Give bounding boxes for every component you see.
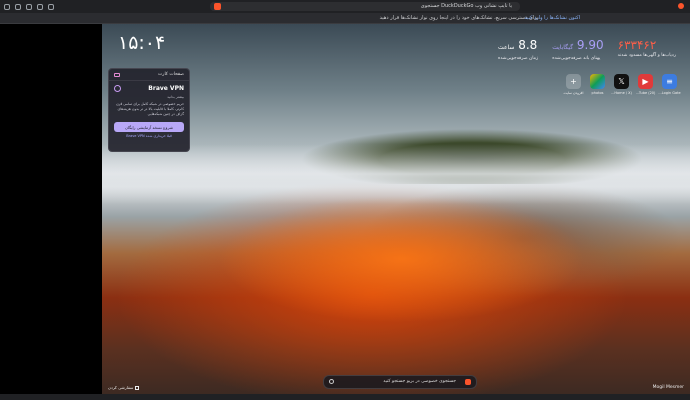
import-bookmarks-link[interactable]: اکنون نشانک‌ها را وارد کنید xyxy=(524,13,580,23)
photo-credit[interactable]: Mogil Mesmer xyxy=(653,385,684,390)
top-site-photos[interactable]: photos xyxy=(589,74,606,95)
add-site-button[interactable]: + افزودن سایت xyxy=(564,74,583,95)
vpn-subtitle[interactable]: بیشتر بدانید xyxy=(109,93,189,101)
browser-toolbar: جستجوی DuckDuckGo یا تایپ نشانی وب xyxy=(0,0,690,13)
vpn-description: حریم خصوصی در شبکه کامل برای تمامی قرن ک… xyxy=(115,102,184,116)
top-site-x[interactable]: 𝕏 (Home / X... xyxy=(611,74,632,95)
extension-icon[interactable] xyxy=(15,3,21,10)
x-icon: 𝕏 xyxy=(614,74,629,89)
new-tab-page: ۱۵:۰۴ ۶۳۳۴۶۲ ردیاب‌ها و آگهی‌ها مسدود شد… xyxy=(102,24,690,394)
privacy-stats: ۶۳۳۴۶۲ ردیاب‌ها و آگهی‌ها مسدود شدند 9.9… xyxy=(498,38,676,63)
photos-icon xyxy=(590,74,605,89)
taskbar-strip xyxy=(0,394,690,400)
youtube-icon: ▶ xyxy=(638,74,653,89)
customize-icon xyxy=(135,385,140,390)
stat-value: 8.8 ساعت xyxy=(498,38,538,52)
cards-icon[interactable] xyxy=(114,72,120,77)
background-mist xyxy=(102,144,690,204)
brave-logo-icon xyxy=(465,379,471,385)
top-site-youtube[interactable]: ▶ (Tube (20... xyxy=(636,74,655,95)
clock: ۱۵:۰۴ xyxy=(118,32,166,54)
stat-time: 8.8 ساعت زمان صرفه‌جویی‌شده xyxy=(498,38,538,63)
top-site-login-gate[interactable]: ≡ Login Gate... xyxy=(658,74,681,95)
customize-label: سفارشی کردن xyxy=(108,385,134,390)
top-sites: ≡ Login Gate... ▶ (Tube (20... 𝕏 (Home /… xyxy=(564,74,681,95)
doc-icon: ≡ xyxy=(662,74,677,89)
sidebar-icon[interactable] xyxy=(37,3,43,10)
vpn-logo-icon xyxy=(114,85,121,92)
brave-rewards-icon[interactable] xyxy=(678,3,684,9)
wallet-icon[interactable] xyxy=(26,3,32,10)
vpn-card: صفحات کارت Brave VPN بیشتر بدانید حریم خ… xyxy=(108,68,190,152)
address-placeholder: جستجوی DuckDuckGo یا تایپ نشانی وب xyxy=(420,3,512,9)
search-placeholder: جستجوی خصوصی در بریو جستجو کنید xyxy=(383,379,456,384)
stat-value: 9.90 گیگابایت xyxy=(552,38,604,52)
infobar-text: برای دسترسی سریع، نشانک‌های خود را در ای… xyxy=(379,15,540,21)
left-sidebar-panel xyxy=(0,24,102,394)
toolbar-icons xyxy=(0,3,54,10)
bookmark-icon[interactable] xyxy=(48,3,54,10)
stat-trackers: ۶۳۳۴۶۲ ردیاب‌ها و آگهی‌ها مسدود شدند xyxy=(618,38,676,63)
vpn-card-header: صفحات کارت xyxy=(109,69,189,81)
customize-button[interactable]: سفارشی کردن xyxy=(108,385,140,390)
search-box[interactable]: جستجوی خصوصی در بریو جستجو کنید xyxy=(323,375,477,389)
address-bar[interactable]: جستجوی DuckDuckGo یا تایپ نشانی وب xyxy=(210,2,520,11)
stat-label: ردیاب‌ها و آگهی‌ها مسدود شدند xyxy=(617,53,676,58)
brave-shield-icon[interactable] xyxy=(214,3,221,10)
vpn-title-row: Brave VPN xyxy=(109,81,189,93)
bookmarks-infobar: برای دسترسی سریع، نشانک‌های خود را در ای… xyxy=(0,13,690,24)
stat-label: زمان صرفه‌جویی‌شده xyxy=(498,56,539,61)
already-purchased-link[interactable]: Brave VPN قبلا خریداری شده xyxy=(109,134,189,138)
vpn-title: Brave VPN xyxy=(148,85,184,92)
start-free-trial-button[interactable]: شروع نسخه آزمایشی رایگان xyxy=(114,122,184,132)
stat-value: ۶۳۳۴۶۲ xyxy=(617,38,657,52)
settings-icon[interactable] xyxy=(4,3,10,10)
stat-bandwidth: 9.90 گیگابایت پهنای باند صرفه‌جویی‌شده xyxy=(552,38,603,63)
search-icon xyxy=(329,379,334,384)
stat-label: پهنای باند صرفه‌جویی‌شده xyxy=(552,56,601,61)
plus-icon: + xyxy=(566,74,581,89)
